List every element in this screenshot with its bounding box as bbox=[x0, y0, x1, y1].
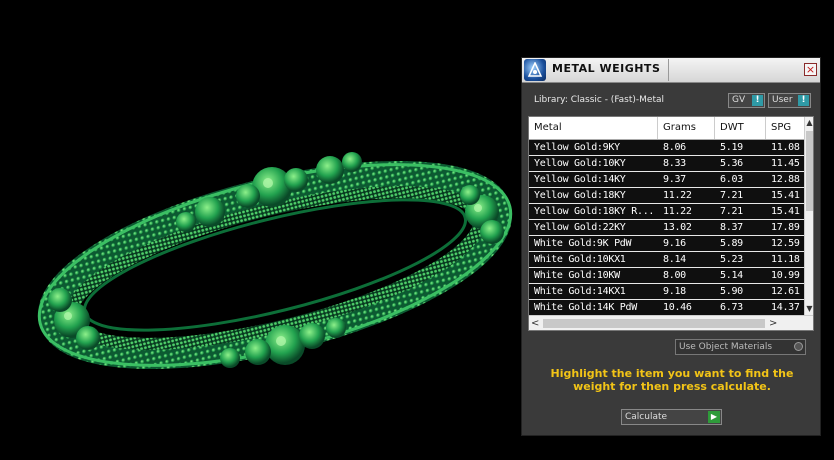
table-row[interactable]: White Gold:10KX1 8.14 5.23 11.18 bbox=[529, 252, 804, 268]
metal-weights-panel: METAL WEIGHTS × Library: Classic - (Fast… bbox=[521, 57, 821, 436]
cell-spg: 11.08 bbox=[771, 142, 800, 153]
table-row[interactable]: Yellow Gold:18KY R... 11.22 7.21 15.41 bbox=[529, 204, 804, 220]
column-header-spg[interactable]: SPG bbox=[766, 117, 806, 139]
cell-dwt: 5.90 bbox=[720, 286, 743, 297]
cell-spg: 12.61 bbox=[771, 286, 800, 297]
cell-grams: 9.18 bbox=[663, 286, 686, 297]
user-label: User bbox=[772, 95, 793, 105]
cell-dwt: 8.37 bbox=[720, 222, 743, 233]
cell-metal: Yellow Gold:10KY bbox=[534, 158, 626, 169]
table-row[interactable]: Yellow Gold:9KY 8.06 5.19 11.08 bbox=[529, 140, 804, 156]
table-row[interactable]: White Gold:10KW 8.00 5.14 10.99 bbox=[529, 268, 804, 284]
vertical-scrollbar[interactable]: ▲ ▼ bbox=[804, 117, 813, 315]
cell-metal: White Gold:14KX1 bbox=[534, 286, 626, 297]
cell-spg: 12.88 bbox=[771, 174, 800, 185]
use-object-materials-toggle[interactable]: Use Object Materials bbox=[675, 339, 806, 355]
close-icon[interactable]: × bbox=[804, 63, 817, 76]
table-row[interactable]: White Gold:14K PdW 10.46 6.73 14.37 bbox=[529, 300, 804, 316]
cell-grams: 9.37 bbox=[663, 174, 686, 185]
cell-dwt: 5.19 bbox=[720, 142, 743, 153]
cell-grams: 8.06 bbox=[663, 142, 686, 153]
table-row[interactable]: Yellow Gold:14KY 9.37 6.03 12.88 bbox=[529, 172, 804, 188]
gv-button[interactable]: GV ! bbox=[728, 93, 765, 108]
title-divider bbox=[668, 59, 669, 81]
vertical-scroll-thumb[interactable] bbox=[806, 131, 813, 211]
cell-grams: 9.16 bbox=[663, 238, 686, 249]
cell-grams: 8.00 bbox=[663, 270, 686, 281]
cell-spg: 12.59 bbox=[771, 238, 800, 249]
radio-icon bbox=[794, 342, 803, 351]
metal-table[interactable]: Metal Grams DWT SPG Yellow Gold:9KY 8.06 5… bbox=[528, 116, 814, 331]
cell-dwt: 6.73 bbox=[720, 302, 743, 313]
cell-metal: Yellow Gold:9KY bbox=[534, 142, 620, 153]
gv-info-icon: ! bbox=[752, 95, 763, 106]
cell-dwt: 7.21 bbox=[720, 190, 743, 201]
title-bar[interactable]: METAL WEIGHTS × bbox=[522, 58, 820, 83]
horizontal-scrollbar[interactable]: < > bbox=[529, 315, 813, 330]
cell-metal: White Gold:9K PdW bbox=[534, 238, 632, 249]
table-row[interactable]: Yellow Gold:18KY 11.22 7.21 15.41 bbox=[529, 188, 804, 204]
chevron-down-icon[interactable]: ▼ bbox=[805, 303, 813, 315]
play-icon: ▶ bbox=[708, 411, 720, 423]
cell-grams: 11.22 bbox=[663, 206, 692, 217]
table-row[interactable]: White Gold:14KX1 9.18 5.90 12.61 bbox=[529, 284, 804, 300]
cell-spg: 11.18 bbox=[771, 254, 800, 265]
calculate-button[interactable]: Calculate ▶ bbox=[621, 409, 722, 425]
cell-metal: Yellow Gold:18KY R... bbox=[534, 206, 655, 217]
chevron-right-icon[interactable]: > bbox=[769, 316, 777, 330]
cell-metal: White Gold:14K PdW bbox=[534, 302, 637, 313]
column-header-dwt[interactable]: DWT bbox=[715, 117, 766, 139]
cell-metal: Yellow Gold:14KY bbox=[534, 174, 626, 185]
cell-spg: 10.99 bbox=[771, 270, 800, 281]
cell-grams: 11.22 bbox=[663, 190, 692, 201]
cell-metal: Yellow Gold:18KY bbox=[534, 190, 626, 201]
cell-metal: White Gold:10KW bbox=[534, 270, 620, 281]
cell-spg: 11.45 bbox=[771, 158, 800, 169]
horizontal-scroll-thumb[interactable] bbox=[543, 319, 765, 328]
library-label: Library: Classic - (Fast)-Metal bbox=[534, 95, 665, 105]
cell-dwt: 5.89 bbox=[720, 238, 743, 249]
table-row[interactable]: Yellow Gold:10KY 8.33 5.36 11.45 bbox=[529, 156, 804, 172]
app-logo-icon bbox=[524, 59, 546, 81]
calculate-label: Calculate bbox=[625, 412, 668, 422]
chevron-left-icon[interactable]: < bbox=[531, 316, 539, 330]
cell-grams: 8.33 bbox=[663, 158, 686, 169]
table-header: Metal Grams DWT SPG bbox=[529, 117, 806, 140]
gv-label: GV bbox=[732, 95, 746, 105]
cell-dwt: 7.21 bbox=[720, 206, 743, 217]
column-header-metal[interactable]: Metal bbox=[529, 117, 658, 139]
bangle-model bbox=[37, 152, 513, 370]
cell-grams: 10.46 bbox=[663, 302, 692, 313]
table-row[interactable]: Yellow Gold:22KY 13.02 8.37 17.89 bbox=[529, 220, 804, 236]
user-button[interactable]: User ! bbox=[768, 93, 811, 108]
cell-spg: 17.89 bbox=[771, 222, 800, 233]
3d-viewport[interactable] bbox=[0, 0, 520, 460]
cell-dwt: 5.14 bbox=[720, 270, 743, 281]
instruction-text: Highlight the item you want to find the … bbox=[550, 367, 794, 393]
panel-title: METAL WEIGHTS bbox=[552, 62, 661, 75]
cell-spg: 14.37 bbox=[771, 302, 800, 313]
cell-metal: Yellow Gold:22KY bbox=[534, 222, 626, 233]
cell-dwt: 5.23 bbox=[720, 254, 743, 265]
cell-dwt: 5.36 bbox=[720, 158, 743, 169]
table-body: Yellow Gold:9KY 8.06 5.19 11.08 Yellow Gold… bbox=[529, 140, 804, 316]
cell-spg: 15.41 bbox=[771, 190, 800, 201]
cell-grams: 8.14 bbox=[663, 254, 686, 265]
chevron-up-icon[interactable]: ▲ bbox=[805, 117, 813, 129]
cell-grams: 13.02 bbox=[663, 222, 692, 233]
user-info-icon: ! bbox=[798, 95, 809, 106]
table-row[interactable]: White Gold:9K PdW 9.16 5.89 12.59 bbox=[529, 236, 804, 252]
use-object-materials-label: Use Object Materials bbox=[679, 342, 773, 352]
cell-dwt: 6.03 bbox=[720, 174, 743, 185]
column-header-grams[interactable]: Grams bbox=[658, 117, 715, 139]
cell-spg: 15.41 bbox=[771, 206, 800, 217]
cell-metal: White Gold:10KX1 bbox=[534, 254, 626, 265]
